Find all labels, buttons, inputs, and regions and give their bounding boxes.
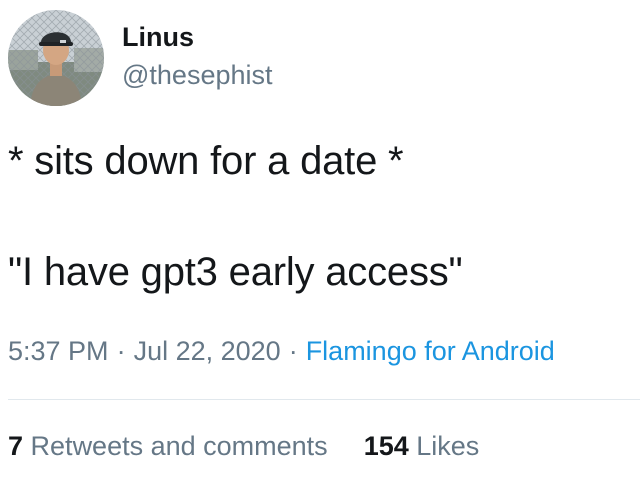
likes-count: 154 xyxy=(363,431,409,461)
retweets-stat[interactable]: 7 Retweets and comments xyxy=(8,431,328,462)
meta-separator: · xyxy=(288,336,298,366)
meta-separator: · xyxy=(116,336,126,366)
likes-stat[interactable]: 154 Likes xyxy=(364,431,480,462)
tweet-time[interactable]: 5:37 PM xyxy=(8,336,109,366)
tweet-card: Linus @thesephist * sits down for a date… xyxy=(0,0,640,493)
avatar[interactable] xyxy=(8,10,104,106)
likes-label: Likes xyxy=(416,431,480,461)
divider xyxy=(8,399,640,400)
author-name[interactable]: Linus xyxy=(122,22,194,53)
retweets-count: 7 xyxy=(8,431,24,461)
retweets-label: Retweets and comments xyxy=(30,431,328,461)
tweet-text-line: "I have gpt3 early access" xyxy=(8,250,463,294)
tweet-text-line: * sits down for a date * xyxy=(8,139,404,183)
tweet-date[interactable]: Jul 22, 2020 xyxy=(134,336,281,366)
tweet-metadata: 5:37 PM · Jul 22, 2020 · Flamingo for Androi… xyxy=(8,336,555,367)
tweet-source-link[interactable]: Flamingo for Android xyxy=(306,336,555,366)
tweet-stats: 7 Retweets and comments 154 Likes xyxy=(8,431,479,462)
author-handle[interactable]: @thesephist xyxy=(122,60,273,91)
avatar-photo xyxy=(8,10,104,106)
